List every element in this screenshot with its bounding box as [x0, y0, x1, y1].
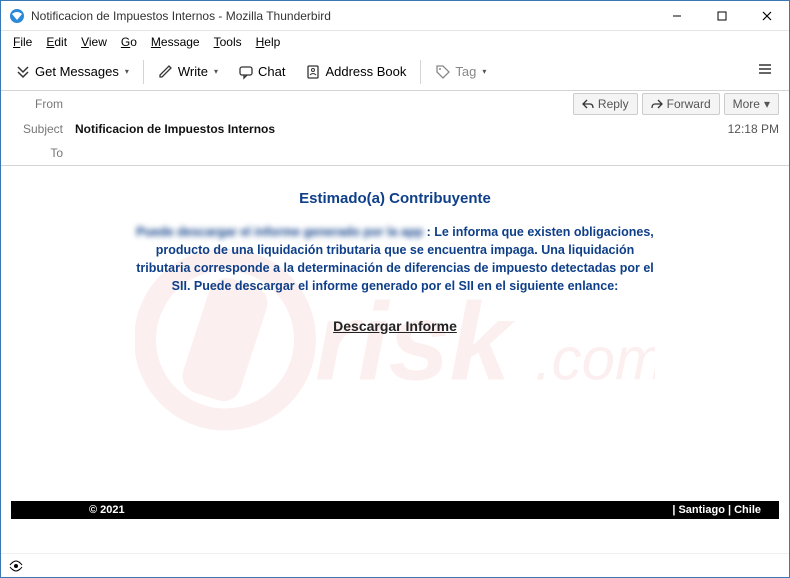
message-time: 12:18 PM: [728, 122, 779, 136]
menubar: File Edit View Go Message Tools Help: [1, 31, 789, 53]
email-content: Estimado(a) Contribuyente Puede descarga…: [1, 166, 789, 336]
chat-label: Chat: [258, 64, 285, 79]
subject-label: Subject: [11, 122, 63, 136]
window-title: Notificacion de Impuestos Internos - Moz…: [31, 9, 654, 23]
menu-help[interactable]: Help: [250, 33, 287, 51]
more-label: More: [733, 97, 760, 111]
menu-view[interactable]: View: [75, 33, 113, 51]
footer-location: | Santiago | Chile: [672, 504, 761, 516]
address-book-label: Address Book: [325, 64, 406, 79]
menu-file[interactable]: File: [7, 33, 38, 51]
forward-button[interactable]: Forward: [642, 93, 720, 115]
titlebar: Notificacion de Impuestos Internos - Moz…: [1, 1, 789, 31]
chevron-down-icon: ▾: [764, 97, 770, 111]
from-label: From: [11, 97, 63, 111]
footer-copyright: © 2021: [89, 504, 125, 516]
maximize-button[interactable]: [699, 1, 744, 31]
close-button[interactable]: [744, 1, 789, 31]
toolbar: Get Messages ▾ Write ▾ Chat Address Book…: [1, 53, 789, 91]
menu-edit[interactable]: Edit: [40, 33, 73, 51]
tag-icon: [435, 64, 451, 80]
chevron-down-icon: ▾: [214, 67, 218, 76]
app-menu-button[interactable]: [749, 57, 781, 86]
thunderbird-icon: [9, 8, 25, 24]
greeting: Estimado(a) Contribuyente: [61, 190, 729, 207]
forward-icon: [651, 98, 663, 110]
body-text: Puede descargar el informe generado por …: [135, 223, 655, 296]
message-header: From Reply Forward More ▾ Subject Notifi…: [1, 91, 789, 166]
write-label: Write: [178, 64, 208, 79]
more-button[interactable]: More ▾: [724, 93, 779, 115]
subject-value: Notificacion de Impuestos Internos: [75, 122, 728, 136]
online-status-icon[interactable]: [9, 559, 23, 573]
chevron-down-icon: ▾: [482, 67, 486, 76]
menu-go[interactable]: Go: [115, 33, 143, 51]
chat-icon: [238, 64, 254, 80]
tag-label: Tag: [455, 64, 476, 79]
reply-button[interactable]: Reply: [573, 93, 638, 115]
write-button[interactable]: Write ▾: [152, 60, 224, 84]
chat-button[interactable]: Chat: [232, 60, 291, 84]
menu-tools[interactable]: Tools: [208, 33, 248, 51]
message-body: risk .com Estimado(a) Contribuyente Pued…: [1, 166, 789, 577]
pencil-icon: [158, 64, 174, 80]
get-messages-button[interactable]: Get Messages ▾: [9, 60, 135, 84]
forward-label: Forward: [667, 97, 711, 111]
to-label: To: [11, 146, 63, 160]
tag-button[interactable]: Tag ▾: [429, 60, 492, 84]
separator: [420, 60, 421, 84]
reply-icon: [582, 98, 594, 110]
address-book-icon: [305, 64, 321, 80]
menu-message[interactable]: Message: [145, 33, 206, 51]
chevron-down-icon: ▾: [125, 67, 129, 76]
blurred-text: Puede descargar el informe generado por …: [136, 225, 423, 239]
email-footer: © 2021 | Santiago | Chile: [11, 501, 779, 519]
separator: [143, 60, 144, 84]
download-icon: [15, 64, 31, 80]
download-report-link[interactable]: Descargar Informe: [333, 318, 457, 334]
minimize-button[interactable]: [654, 1, 699, 31]
hamburger-icon: [757, 61, 773, 77]
get-messages-label: Get Messages: [35, 64, 119, 79]
reply-label: Reply: [598, 97, 629, 111]
address-book-button[interactable]: Address Book: [299, 60, 412, 84]
statusbar: [1, 553, 789, 577]
